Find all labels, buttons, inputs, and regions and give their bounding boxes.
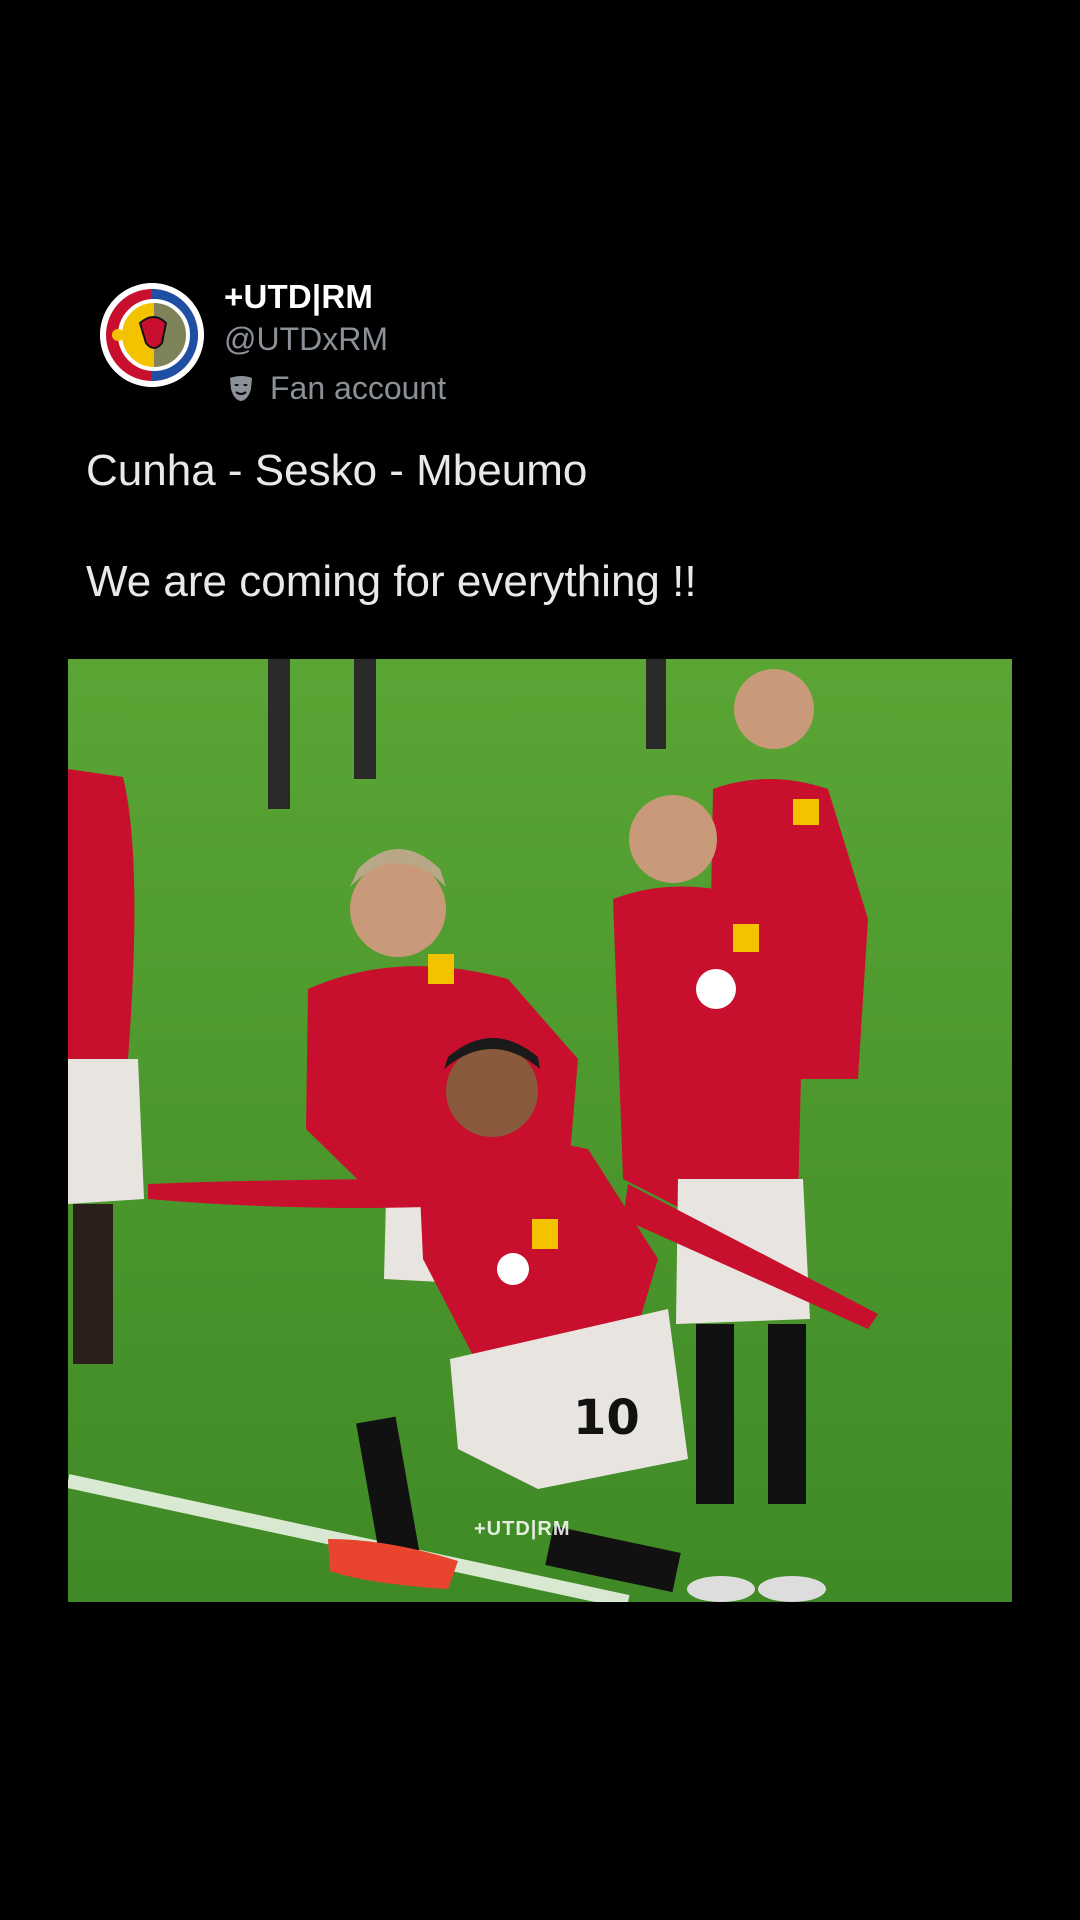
svg-text:10: 10 bbox=[573, 1390, 640, 1446]
tweet-text-line-2: We are coming for everything !! bbox=[86, 557, 697, 606]
tweet-text-line-1: Cunha - Sesko - Mbeumo bbox=[86, 446, 588, 495]
fan-account-label: Fan account bbox=[226, 368, 446, 408]
mask-icon bbox=[230, 376, 252, 401]
account-handle[interactable]: @UTDxRM bbox=[224, 321, 388, 358]
fan-account-text: Fan account bbox=[270, 369, 447, 406]
display-name[interactable]: +UTD|RM bbox=[224, 278, 373, 316]
tweet-card: +UTD|RM @UTDxRM Fan account Cunha - Sesk… bbox=[0, 0, 1080, 1920]
profile-avatar[interactable] bbox=[100, 283, 204, 387]
media-watermark: +UTD|RM bbox=[474, 1518, 571, 1540]
tweet-media[interactable]: 10 +UTD|RM bbox=[68, 659, 1012, 1602]
football-celebration-photo-icon: 10 bbox=[68, 659, 1012, 1602]
club-crest-avatar-icon bbox=[100, 283, 204, 387]
